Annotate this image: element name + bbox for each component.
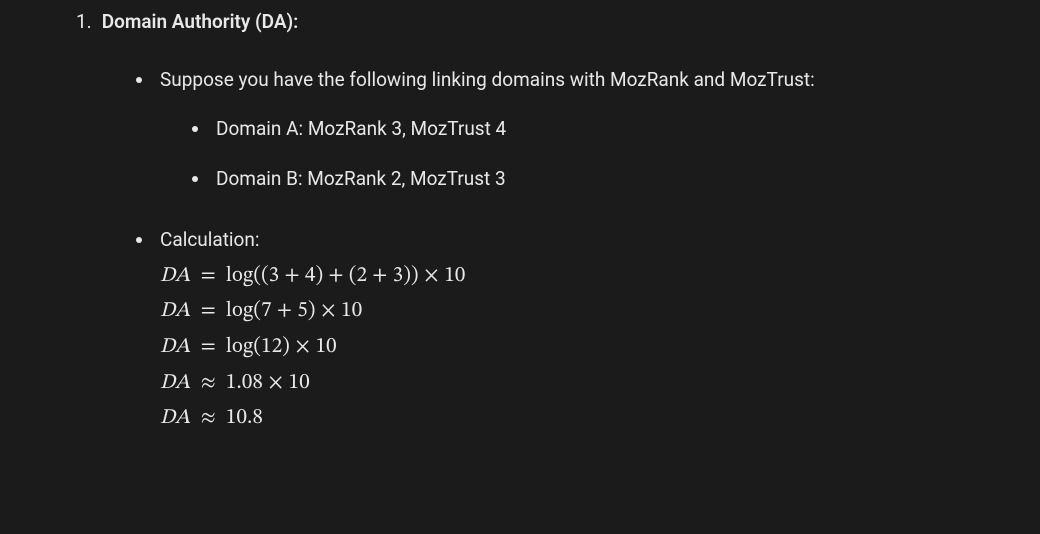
intro-bullet: Suppose you have the following linking d…: [136, 66, 970, 94]
domain-b-text: Domain B: MozRank 2, MozTrust 3: [216, 165, 506, 193]
equals-sign: =: [199, 293, 218, 329]
calc-rhs: log(7 + 5) × 10: [226, 293, 362, 329]
domain-b-bullet: Domain B: MozRank 2, MozTrust 3: [192, 165, 970, 193]
calc-rhs: log(12) × 10: [226, 329, 337, 365]
bullet-icon: [136, 77, 142, 83]
bullet-icon: [136, 237, 142, 243]
list-item-number: 1.: [76, 8, 92, 36]
calculation-bullet: Calculation:: [136, 226, 970, 254]
calc-rhs: 1.08 × 10: [226, 365, 310, 401]
calc-var: DA: [160, 365, 191, 401]
domain-a-bullet: Domain A: MozRank 3, MozTrust 4: [192, 115, 970, 143]
calculation-block: DA = log((3 + 4) + (2 + 3)) × 10 DA = lo…: [160, 258, 970, 436]
calc-line-3: DA = log(12) × 10: [160, 329, 970, 365]
calc-var: DA: [160, 400, 191, 436]
bullet-icon: [192, 176, 198, 182]
bullet-icon: [192, 126, 198, 132]
calc-line-5: DA ≈ 10.8: [160, 400, 970, 436]
approx-sign: ≈: [199, 365, 218, 401]
domain-a-text: Domain A: MozRank 3, MozTrust 4: [216, 115, 506, 143]
list-item-title: Domain Authority (DA):: [102, 8, 299, 36]
calc-var: DA: [160, 329, 191, 365]
document-body: 1. Domain Authority (DA): Suppose you ha…: [0, 0, 1040, 534]
calc-line-1: DA = log((3 + 4) + (2 + 3)) × 10: [160, 258, 970, 294]
calculation-label: Calculation:: [160, 226, 259, 254]
calc-var: DA: [160, 293, 191, 329]
equals-sign: =: [199, 258, 218, 294]
calc-rhs: log((3 + 4) + (2 + 3)) × 10: [226, 258, 466, 294]
calc-rhs: 10.8: [226, 400, 263, 436]
calc-line-4: DA ≈ 1.08 × 10: [160, 365, 970, 401]
calc-line-2: DA = log(7 + 5) × 10: [160, 293, 970, 329]
intro-text: Suppose you have the following linking d…: [160, 66, 815, 94]
equals-sign: =: [199, 329, 218, 365]
list-item-1: 1. Domain Authority (DA):: [76, 8, 970, 36]
approx-sign: ≈: [199, 400, 218, 436]
calc-var: DA: [160, 258, 191, 294]
